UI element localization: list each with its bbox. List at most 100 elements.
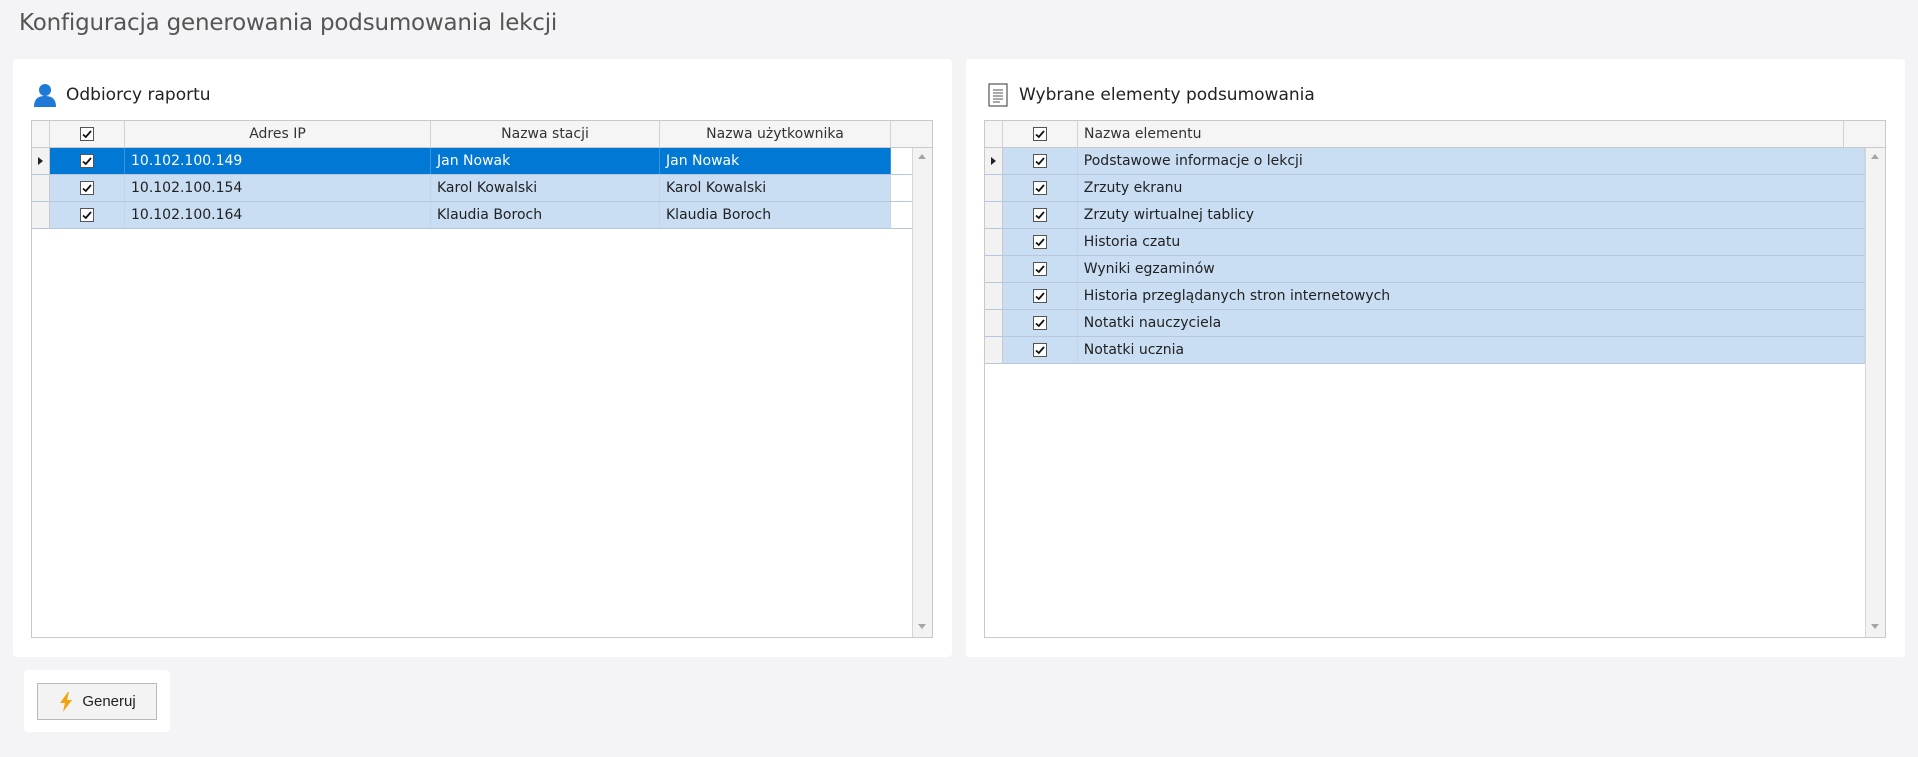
header-filler xyxy=(1844,121,1885,147)
row-indicator[interactable] xyxy=(985,283,1003,309)
ip-cell[interactable]: 10.102.100.164 xyxy=(125,202,431,228)
row-indicator[interactable] xyxy=(985,337,1003,363)
element-name-cell[interactable]: Zrzuty wirtualnej tablicy xyxy=(1077,202,1865,228)
table-row[interactable]: Zrzuty wirtualnej tablicy xyxy=(985,202,1865,229)
elements-grid-body: Podstawowe informacje o lekcji Zrzuty ekr… xyxy=(985,148,1865,364)
recipients-grid: Adres IP Nazwa stacji Nazwa użytkownika … xyxy=(31,120,933,638)
column-header-ip[interactable]: Adres IP xyxy=(125,121,431,147)
row-checkbox[interactable] xyxy=(1032,262,1047,276)
row-checkbox-cell[interactable] xyxy=(1002,283,1078,309)
column-header-element-name[interactable]: Nazwa elementu xyxy=(1078,121,1844,147)
row-checkbox[interactable] xyxy=(1032,181,1047,195)
table-row[interactable]: Podstawowe informacje o lekcji xyxy=(985,148,1865,175)
table-row[interactable]: Historia przeglądanych stron internetowy… xyxy=(985,283,1865,310)
ip-cell[interactable]: 10.102.100.149 xyxy=(125,148,431,174)
row-indicator[interactable] xyxy=(32,175,50,201)
row-checkbox[interactable] xyxy=(1032,154,1047,168)
row-indicator[interactable] xyxy=(985,148,1003,174)
recipients-panel: Odbiorcy raportu Adres IP Nazwa stacji N… xyxy=(13,59,952,657)
element-name-cell[interactable]: Wyniki egzaminów xyxy=(1077,256,1865,282)
user-cell[interactable]: Jan Nowak xyxy=(660,148,891,174)
page-title: Konfiguracja generowania podsumowania le… xyxy=(19,10,558,36)
row-indicator-header xyxy=(32,121,50,147)
element-name-cell[interactable]: Historia przeglądanych stron internetowy… xyxy=(1077,283,1865,309)
row-indicator[interactable] xyxy=(985,310,1003,336)
row-checkbox[interactable] xyxy=(1032,343,1047,357)
recipients-title: Odbiorcy raportu xyxy=(66,85,211,105)
actions-panel: Generuj xyxy=(24,670,170,732)
row-indicator[interactable] xyxy=(32,148,50,174)
row-checkbox-cell[interactable] xyxy=(1002,175,1078,201)
table-row[interactable]: Historia czatu xyxy=(985,229,1865,256)
user-icon xyxy=(32,82,58,108)
column-header-station[interactable]: Nazwa stacji xyxy=(431,121,660,147)
table-row[interactable]: 10.102.100.149 Jan Nowak Jan Nowak xyxy=(32,148,912,175)
recipients-grid-body: 10.102.100.149 Jan Nowak Jan Nowak 10.102.1… xyxy=(32,148,912,229)
recipients-header: Odbiorcy raportu xyxy=(32,81,211,109)
document-icon xyxy=(985,82,1011,108)
scroll-up-icon[interactable] xyxy=(1871,154,1879,159)
table-row[interactable]: Wyniki egzaminów xyxy=(985,256,1865,283)
column-header-user[interactable]: Nazwa użytkownika xyxy=(660,121,891,147)
row-checkbox-cell[interactable] xyxy=(1002,337,1078,363)
row-indicator[interactable] xyxy=(985,202,1003,228)
row-checkbox-cell[interactable] xyxy=(50,175,125,201)
row-indicator[interactable] xyxy=(985,229,1003,255)
row-indicator[interactable] xyxy=(985,256,1003,282)
row-checkbox-cell[interactable] xyxy=(1002,310,1078,336)
user-cell[interactable]: Karol Kowalski xyxy=(660,175,891,201)
elements-header: Wybrane elementy podsumowania xyxy=(985,81,1315,109)
row-checkbox[interactable] xyxy=(1032,208,1047,222)
user-cell[interactable]: Klaudia Boroch xyxy=(660,202,891,228)
row-checkbox[interactable] xyxy=(1032,316,1047,330)
row-pointer-icon xyxy=(38,157,43,165)
station-cell[interactable]: Klaudia Boroch xyxy=(431,202,660,228)
row-indicator[interactable] xyxy=(985,175,1003,201)
row-indicator-header xyxy=(985,121,1003,147)
row-checkbox[interactable] xyxy=(80,154,94,168)
table-row[interactable]: Notatki nauczyciela xyxy=(985,310,1865,337)
select-all-elements-checkbox[interactable] xyxy=(1033,127,1047,141)
element-name-cell[interactable]: Podstawowe informacje o lekcji xyxy=(1077,148,1865,174)
scroll-down-icon[interactable] xyxy=(918,624,926,629)
elements-title: Wybrane elementy podsumowania xyxy=(1019,85,1315,105)
row-checkbox-cell[interactable] xyxy=(1002,202,1078,228)
header-filler xyxy=(891,121,932,147)
elements-panel: Wybrane elementy podsumowania Nazwa elem… xyxy=(966,59,1905,657)
element-name-cell[interactable]: Historia czatu xyxy=(1077,229,1865,255)
station-cell[interactable]: Jan Nowak xyxy=(431,148,660,174)
row-indicator[interactable] xyxy=(32,202,50,228)
table-row[interactable]: Notatki ucznia xyxy=(985,337,1865,364)
element-name-cell[interactable]: Zrzuty ekranu xyxy=(1077,175,1865,201)
row-checkbox[interactable] xyxy=(1032,289,1047,303)
ip-cell[interactable]: 10.102.100.154 xyxy=(125,175,431,201)
row-checkbox-cell[interactable] xyxy=(1002,256,1078,282)
scroll-down-icon[interactable] xyxy=(1871,624,1879,629)
generate-button[interactable]: Generuj xyxy=(37,683,157,720)
row-checkbox[interactable] xyxy=(1032,235,1047,249)
row-checkbox-cell[interactable] xyxy=(50,202,125,228)
select-all-checkbox-cell[interactable] xyxy=(50,121,125,147)
select-all-checkbox[interactable] xyxy=(80,127,94,141)
element-name-cell[interactable]: Notatki nauczyciela xyxy=(1077,310,1865,336)
element-name-cell[interactable]: Notatki ucznia xyxy=(1077,337,1865,363)
row-pointer-icon xyxy=(990,157,996,165)
table-row[interactable]: 10.102.100.164 Klaudia Boroch Klaudia Boro… xyxy=(32,202,912,229)
row-checkbox[interactable] xyxy=(80,208,94,222)
scroll-up-icon[interactable] xyxy=(918,154,926,159)
select-all-elements-checkbox-cell[interactable] xyxy=(1003,121,1078,147)
table-row[interactable]: 10.102.100.154 Karol Kowalski Karol Kowals… xyxy=(32,175,912,202)
row-checkbox-cell[interactable] xyxy=(50,148,125,174)
recipients-grid-header: Adres IP Nazwa stacji Nazwa użytkownika xyxy=(32,121,932,148)
elements-scrollbar[interactable] xyxy=(1865,148,1885,637)
generate-button-label: Generuj xyxy=(82,693,136,710)
elements-grid-header: Nazwa elementu xyxy=(985,121,1885,148)
elements-grid: Nazwa elementu Podstawowe informacje o l… xyxy=(984,120,1886,638)
row-checkbox-cell[interactable] xyxy=(1002,229,1078,255)
row-checkbox[interactable] xyxy=(80,181,94,195)
lightning-icon xyxy=(58,691,76,712)
station-cell[interactable]: Karol Kowalski xyxy=(431,175,660,201)
row-checkbox-cell[interactable] xyxy=(1002,148,1078,174)
table-row[interactable]: Zrzuty ekranu xyxy=(985,175,1865,202)
recipients-scrollbar[interactable] xyxy=(912,148,932,637)
